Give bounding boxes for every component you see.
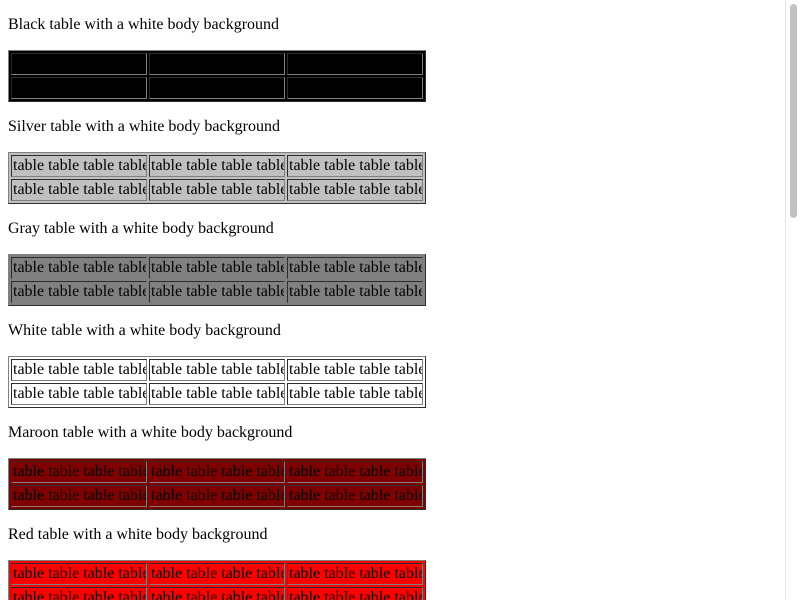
table-row: table table table table table table tabl…	[11, 587, 423, 600]
table-cell: table table table table	[149, 179, 285, 201]
table-cell: table table table table	[149, 563, 285, 585]
table-cell: table table table table	[287, 179, 423, 201]
table-row	[11, 77, 423, 99]
table-cell	[287, 77, 423, 99]
table-row	[11, 53, 423, 75]
table-cell	[11, 77, 147, 99]
table-cell: table table table table	[11, 281, 147, 303]
red-table-heading: Red table with a white body background	[8, 526, 268, 543]
table-cell: table table table table	[11, 563, 147, 585]
gray-table: table table table table table table tabl…	[8, 254, 426, 306]
table-cell	[11, 53, 147, 75]
red-table: table table table table table table tabl…	[8, 560, 426, 600]
table-cell: table table table table	[149, 281, 285, 303]
table-cell: table table table table	[287, 563, 423, 585]
table-cell: table table table table	[287, 257, 423, 279]
table-cell: table table table table	[149, 383, 285, 405]
scrollbar-thumb[interactable]	[790, 4, 797, 218]
black-table	[8, 50, 426, 102]
white-table-heading: White table with a white body background	[8, 322, 281, 339]
table-cell: table table table table	[11, 155, 147, 177]
vertical-scrollbar[interactable]	[785, 0, 800, 600]
table-cell: table table table table	[11, 257, 147, 279]
table-cell: table table table table	[287, 587, 423, 600]
table-cell: table table table table	[287, 485, 423, 507]
table-cell: table table table table	[11, 461, 147, 483]
table-cell: table table table table	[149, 485, 285, 507]
table-row: table table table table table table tabl…	[11, 461, 423, 483]
table-cell: table table table table	[11, 383, 147, 405]
table-cell	[149, 53, 285, 75]
table-cell: table table table table	[11, 587, 147, 600]
white-table: table table table table table table tabl…	[8, 356, 426, 408]
table-row: table table table table table table tabl…	[11, 155, 423, 177]
table-cell: table table table table	[149, 257, 285, 279]
table-cell: table table table table	[287, 155, 423, 177]
table-row: table table table table table table tabl…	[11, 281, 423, 303]
table-row: table table table table table table tabl…	[11, 383, 423, 405]
table-row: table table table table table table tabl…	[11, 359, 423, 381]
silver-table: table table table table table table tabl…	[8, 152, 426, 204]
table-cell	[149, 77, 285, 99]
table-cell: table table table table	[149, 155, 285, 177]
table-row: table table table table table table tabl…	[11, 563, 423, 585]
silver-table-heading: Silver table with a white body backgroun…	[8, 118, 280, 135]
table-cell: table table table table	[287, 461, 423, 483]
maroon-table-heading: Maroon table with a white body backgroun…	[8, 424, 293, 441]
table-row: table table table table table table tabl…	[11, 257, 423, 279]
table-cell: table table table table	[149, 587, 285, 600]
table-cell: table table table table	[287, 383, 423, 405]
page-content: Black table with a white body background…	[8, 0, 782, 600]
table-cell: table table table table	[11, 179, 147, 201]
table-cell: table table table table	[11, 359, 147, 381]
table-cell: table table table table	[11, 485, 147, 507]
gray-table-heading: Gray table with a white body background	[8, 220, 274, 237]
black-table-heading: Black table with a white body background	[8, 16, 280, 33]
table-cell: table table table table	[287, 359, 423, 381]
table-row: table table table table table table tabl…	[11, 485, 423, 507]
maroon-table: table table table table table table tabl…	[8, 458, 426, 510]
table-row: table table table table table table tabl…	[11, 179, 423, 201]
table-cell: table table table table	[287, 281, 423, 303]
table-cell: table table table table	[149, 359, 285, 381]
table-cell	[287, 53, 423, 75]
table-cell: table table table table	[149, 461, 285, 483]
